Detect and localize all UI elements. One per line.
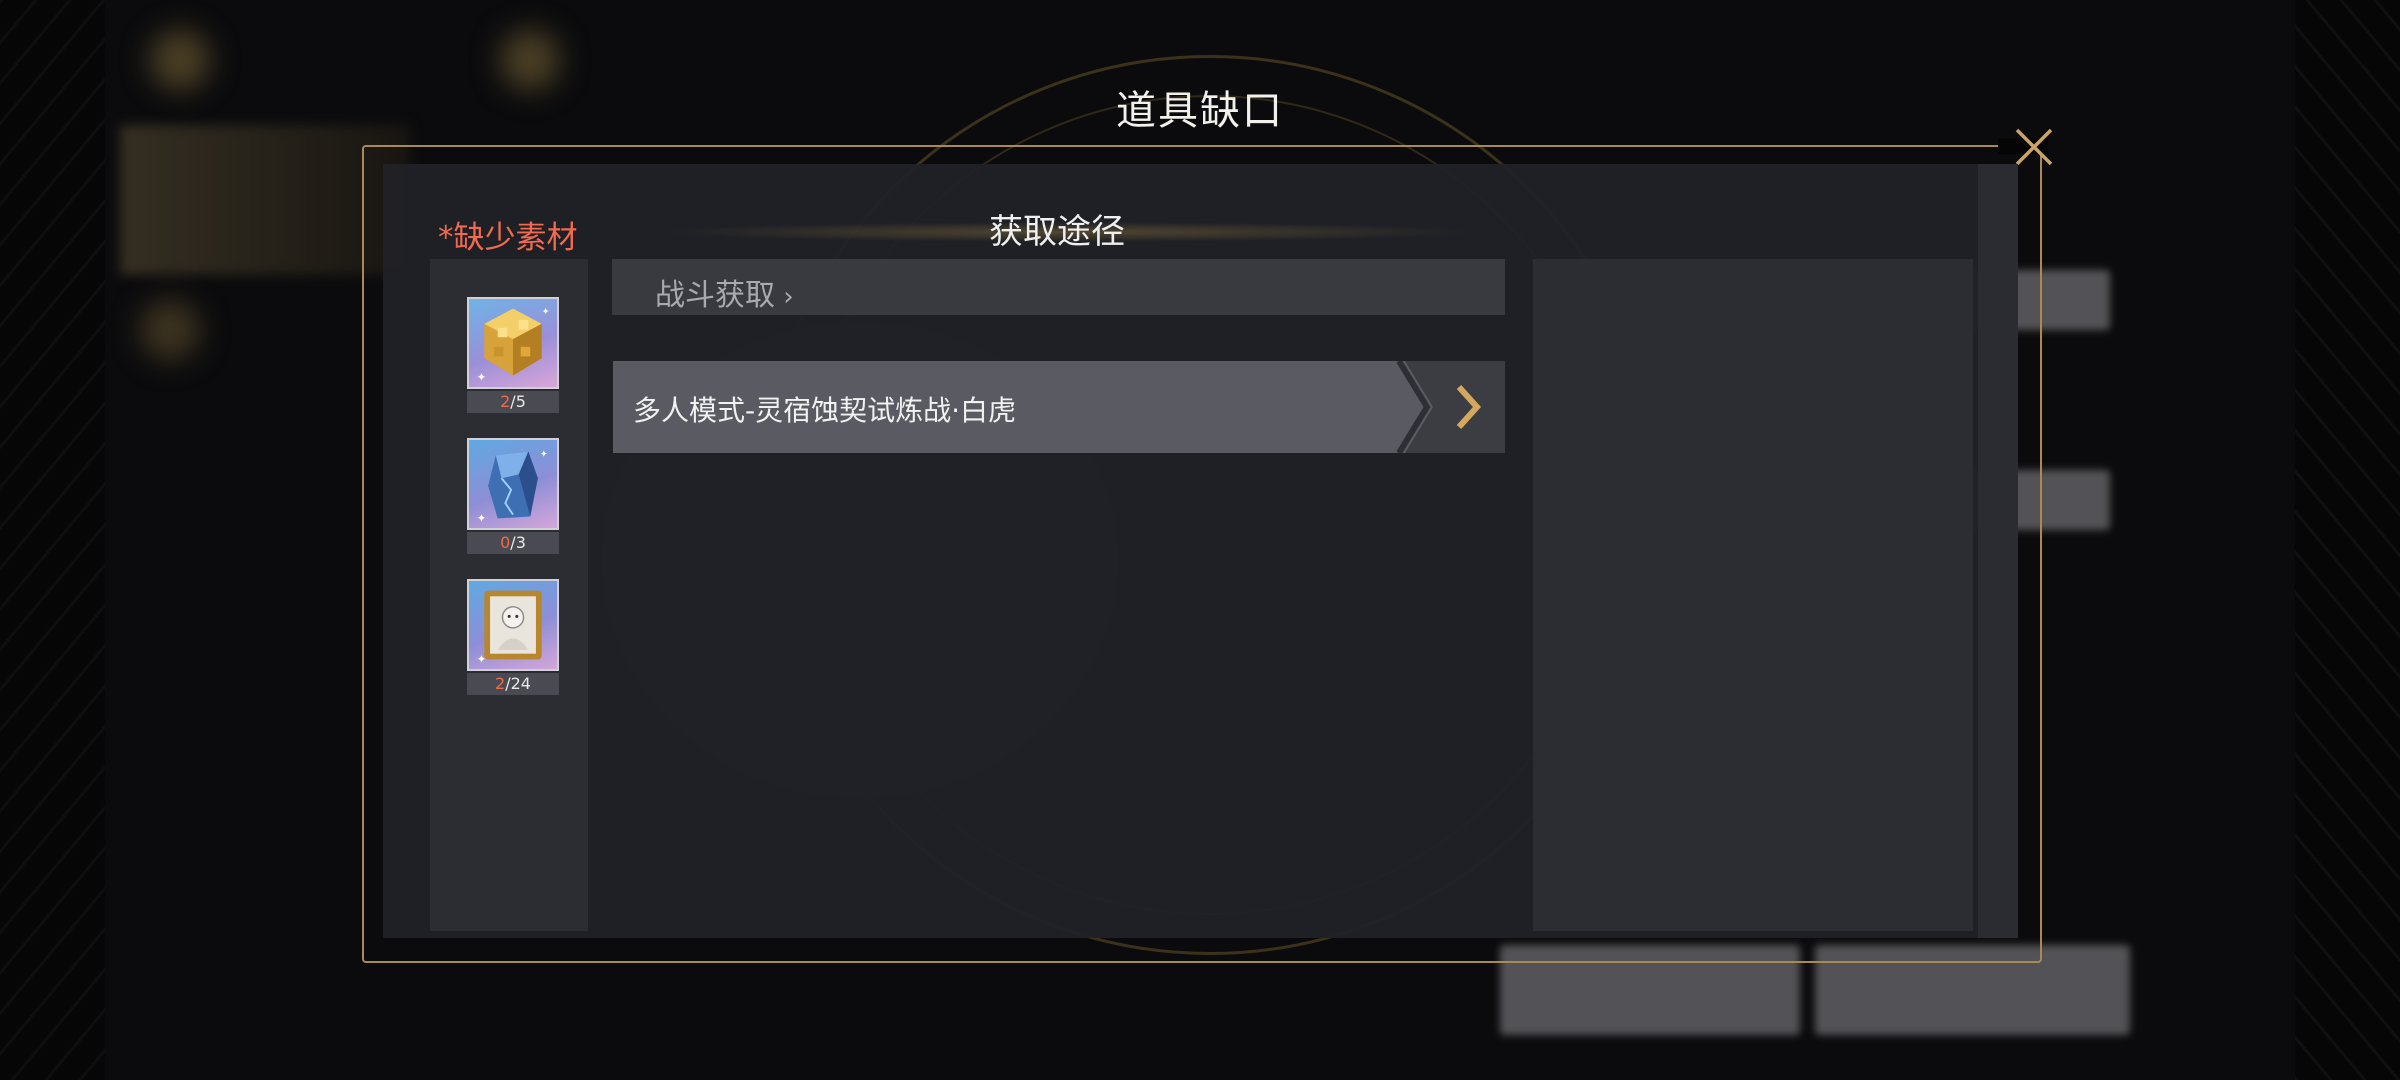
route-detail-panel <box>1533 259 1973 931</box>
material-count: 2/24 <box>467 673 559 695</box>
material-count: 2/5 <box>467 391 559 413</box>
material-item[interactable]: ✦ ✦ 2/5 <box>467 297 559 413</box>
material-item[interactable]: ✦ ✦ 0/3 <box>467 438 559 554</box>
chevron-right-icon: › <box>775 282 794 312</box>
gold-cube-material-icon: ✦ ✦ <box>467 297 559 389</box>
acquire-route-title: 获取途径 <box>989 212 1125 252</box>
missing-materials-label: *缺少素材 <box>438 220 578 256</box>
background-side-pattern-right <box>2295 0 2400 1080</box>
svg-text:✦: ✦ <box>477 511 487 525</box>
panel-edge <box>1978 164 2018 938</box>
go-arrow-icon[interactable] <box>1453 383 1483 431</box>
route-item-multiplayer-trial[interactable]: 多人模式-灵宿蚀契试炼战·白虎 <box>613 361 1505 453</box>
svg-text:✦: ✦ <box>477 652 487 666</box>
svg-text:✦: ✦ <box>542 306 550 317</box>
route-divider-icon <box>1396 361 1431 453</box>
svg-text:✦: ✦ <box>477 370 487 384</box>
route-label: 多人模式-灵宿蚀契试炼战·白虎 <box>633 394 1017 427</box>
material-item[interactable]: ✦ 2/24 <box>467 579 559 695</box>
svg-text:✦: ✦ <box>540 449 548 460</box>
material-count: 0/3 <box>467 532 559 554</box>
background-side-pattern-left <box>0 0 105 1080</box>
portrait-frame-material-icon: ✦ <box>467 579 559 671</box>
battle-acquire-label: 战斗获取 › <box>655 278 794 313</box>
background-blur-icon <box>140 300 200 360</box>
blue-crystal-material-icon: ✦ ✦ <box>467 438 559 530</box>
